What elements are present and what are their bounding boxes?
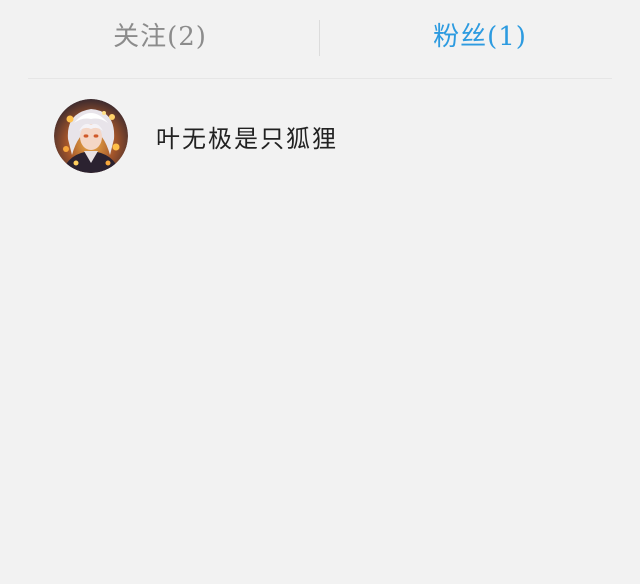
anime-avatar-icon[interactable] — [54, 99, 128, 173]
tab-bar: 关注(2) 粉丝(1) — [0, 0, 640, 78]
follower-name[interactable]: 叶无极是只狐狸 — [156, 119, 338, 154]
list-item[interactable]: 叶无极是只狐狸 — [0, 79, 640, 193]
tab-followers[interactable]: 粉丝(1) — [320, 0, 640, 78]
tab-following[interactable]: 关注(2) — [0, 0, 320, 78]
tab-divider — [319, 20, 320, 56]
follower-list: 叶无极是只狐狸 — [0, 79, 640, 193]
